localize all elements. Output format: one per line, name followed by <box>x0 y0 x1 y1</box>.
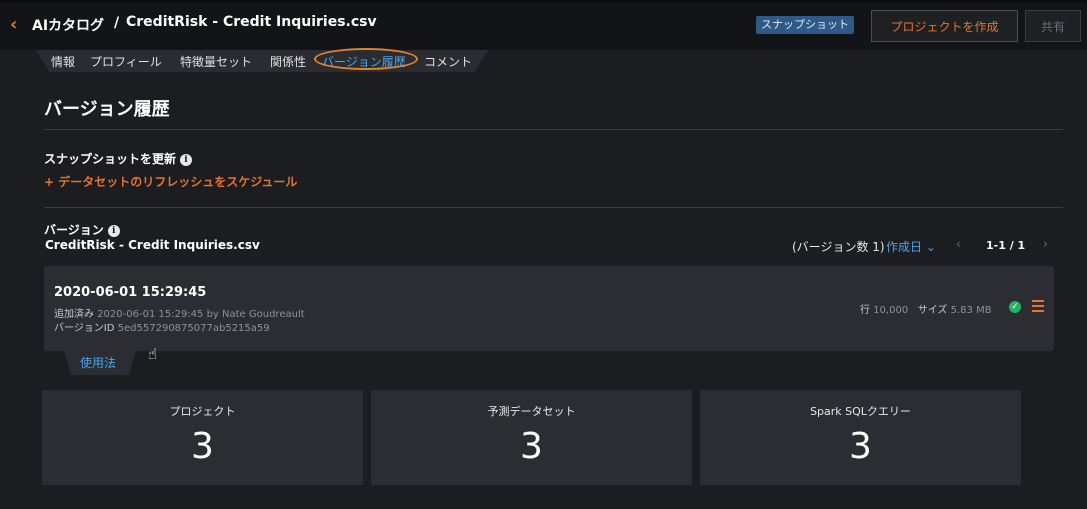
rows-value: 10,000 <box>873 305 909 316</box>
version-id: バージョンID 5ed557290875077ab5215a59 <box>54 319 270 334</box>
version-added: 追加済み 2020-06-01 15:29:45 by Nate Goudrea… <box>54 305 305 320</box>
back-chevron-icon[interactable]: ‹ <box>10 14 17 35</box>
active-tab-highlight-ring <box>314 48 418 70</box>
dataset-title: CreditRisk - Credit Inquiries.csv <box>126 14 377 30</box>
size-value: 5.83 MB <box>950 305 992 316</box>
pagination-text: 1-1 / 1 <box>986 239 1026 252</box>
usage-card-value: 3 <box>191 426 214 467</box>
usage-card-value: 3 <box>849 426 872 467</box>
version-id-label: バージョンID <box>54 323 115 334</box>
hand-cursor-icon: ☝ <box>148 345 158 363</box>
version-id-value: 5ed557290875077ab5215a59 <box>117 323 270 334</box>
breadcrumb-ai-catalog[interactable]: AIカタログ <box>32 15 104 35</box>
usage-card-title: プロジェクト <box>169 405 236 418</box>
snapshot-section-label: スナップショットを更新 i <box>44 150 193 167</box>
page-title: バージョン履歴 <box>44 99 170 120</box>
share-button[interactable]: 共有 <box>1025 10 1081 42</box>
top-edge <box>0 0 1087 3</box>
usage-card-spark-sql: Spark SQLクエリー 3 <box>700 390 1021 485</box>
usage-card-title: Spark SQLクエリー <box>810 405 911 418</box>
size-label: サイズ <box>917 305 948 316</box>
success-check-icon: ✓ <box>1009 301 1021 313</box>
snapshot-label-text: スナップショットを更新 <box>44 152 177 166</box>
snapshot-badge: スナップショット <box>756 16 854 34</box>
tab-comments[interactable]: コメント <box>424 53 472 70</box>
divider-top <box>44 129 1063 130</box>
chevron-left-icon[interactable]: ‹ <box>956 237 961 251</box>
version-date: 2020-06-01 15:29:45 <box>54 285 207 300</box>
tab-info[interactable]: 情報 <box>51 53 75 70</box>
tab-relationships[interactable]: 関係性 <box>270 53 306 70</box>
dataset-name: CreditRisk - Credit Inquiries.csv <box>45 238 260 252</box>
versions-section-label: バージョン i <box>44 221 120 238</box>
version-count: (バージョン数 1) <box>792 240 885 254</box>
chevron-right-icon[interactable]: › <box>1043 237 1048 251</box>
version-stats: 行 10,000 サイズ 5.83 MB <box>860 301 992 316</box>
usage-card-projects: プロジェクト 3 <box>42 390 363 485</box>
schedule-refresh-link[interactable]: + データセットのリフレッシュをスケジュール <box>44 173 297 190</box>
usage-card-title: 予測データセット <box>487 405 576 418</box>
tab-feature-sets[interactable]: 特徴量セット <box>180 53 252 70</box>
create-project-button[interactable]: プロジェクトを作成 <box>871 10 1018 42</box>
sort-dropdown[interactable]: 作成日 ⌄ <box>886 238 936 255</box>
usage-card-prediction-datasets: 予測データセット 3 <box>371 390 692 485</box>
divider-middle <box>44 207 1063 208</box>
hamburger-menu-icon[interactable] <box>1032 300 1044 312</box>
rows-label: 行 <box>860 305 870 316</box>
versions-label-text: バージョン <box>44 223 104 237</box>
info-icon[interactable]: i <box>180 153 193 166</box>
info-icon[interactable]: i <box>107 224 120 237</box>
usage-tab-label[interactable]: 使用法 <box>80 354 116 371</box>
usage-card-value: 3 <box>520 426 543 467</box>
breadcrumb-separator: / <box>114 15 120 31</box>
tab-profile[interactable]: プロフィール <box>90 53 162 70</box>
